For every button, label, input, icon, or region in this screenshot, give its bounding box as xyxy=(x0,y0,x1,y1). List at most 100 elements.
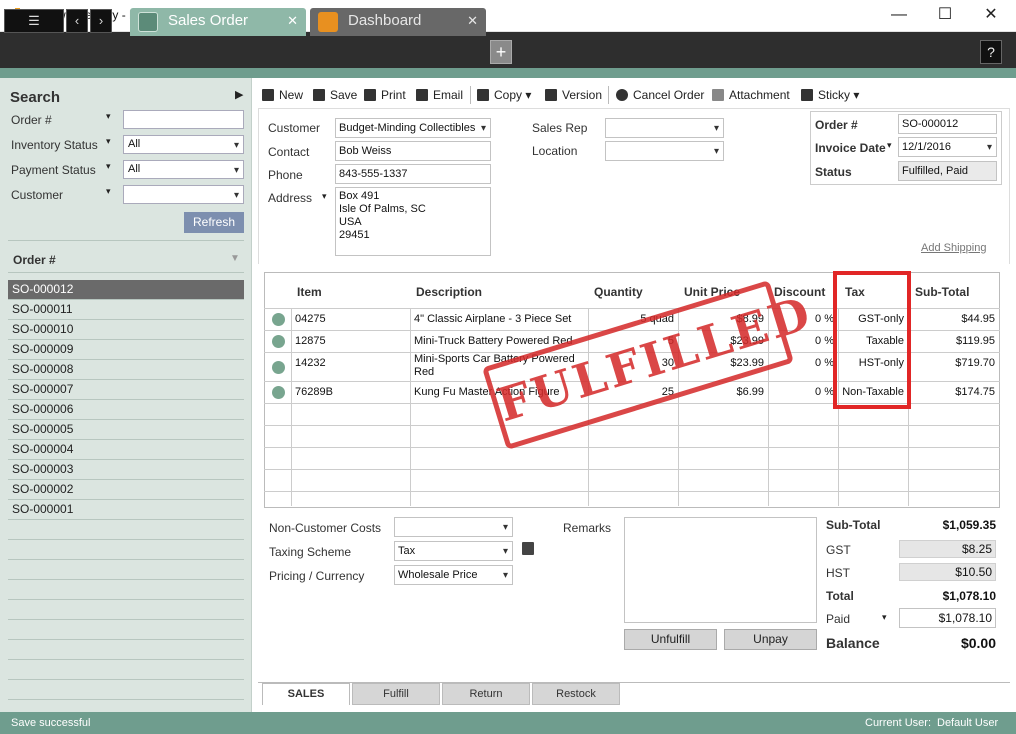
paid-label: Paid xyxy=(826,612,851,626)
status-label: Status xyxy=(815,165,852,179)
dropdown-arrow-icon[interactable]: ▾ xyxy=(106,161,111,172)
tab-fulfill[interactable]: Fulfill xyxy=(352,683,440,705)
order-list-item[interactable]: SO-000003 xyxy=(8,460,244,480)
save-button[interactable]: Save xyxy=(313,88,357,102)
address-line: USA xyxy=(339,216,362,228)
address-line: Box 491 xyxy=(339,190,380,202)
customer-search-select[interactable] xyxy=(123,185,244,204)
order-list-item[interactable]: SO-000007 xyxy=(8,380,244,400)
remarks-field[interactable] xyxy=(624,517,817,623)
order-list-item[interactable]: SO-000004 xyxy=(8,440,244,460)
order-list-item[interactable]: SO-000012 xyxy=(8,280,244,300)
order-list-item[interactable]: SO-000010 xyxy=(8,320,244,340)
paid-field[interactable]: $1,078.10 xyxy=(899,608,996,628)
total-value: $1,078.10 xyxy=(942,589,996,603)
dropdown-arrow-icon[interactable]: ▾ xyxy=(106,136,111,147)
dropdown-arrow-icon[interactable]: ▾ xyxy=(887,140,892,151)
location-select[interactable] xyxy=(605,141,724,161)
version-icon xyxy=(545,89,557,101)
collapse-arrow-icon[interactable]: ▶ xyxy=(235,88,243,101)
current-user-value: Default User xyxy=(937,717,999,729)
order-list-empty-row xyxy=(8,560,244,580)
order-list-empty-row xyxy=(8,660,244,680)
phone-field[interactable]: 843-555-1337 xyxy=(335,164,491,184)
dropdown-arrow-icon[interactable]: ▾ xyxy=(882,612,887,623)
toolbar: New Save Print Email Copy ▾ Version Canc… xyxy=(256,82,1016,108)
add-shipping-link[interactable]: Add Shipping xyxy=(921,242,986,254)
tab-dashboard[interactable]: Dashboard ✕ xyxy=(310,8,486,36)
column-header-subtotal[interactable]: Sub-Total xyxy=(915,285,969,299)
tax-scheme-edit-icon[interactable] xyxy=(522,542,534,555)
sticky-icon xyxy=(801,89,813,101)
maximize-button[interactable]: ☐ xyxy=(922,0,968,32)
refresh-button[interactable]: Refresh xyxy=(184,212,244,233)
subtotal-label: Sub-Total xyxy=(826,518,881,532)
copy-button[interactable]: Copy ▾ xyxy=(477,88,531,102)
print-button[interactable]: Print xyxy=(364,88,406,102)
order-list-item[interactable]: SO-000008 xyxy=(8,360,244,380)
forward-button[interactable]: › xyxy=(90,9,112,33)
minimize-button[interactable]: — xyxy=(876,0,922,32)
order-list-item[interactable]: SO-000002 xyxy=(8,480,244,500)
help-button[interactable]: ? xyxy=(980,40,1002,64)
order-list-empty-row xyxy=(8,540,244,560)
paperclip-icon xyxy=(712,89,724,101)
customer-select[interactable]: Budget-Minding Collectibles xyxy=(335,118,491,138)
invoice-date-field[interactable]: 12/1/2016 xyxy=(898,137,997,157)
dropdown-arrow-icon[interactable]: ▾ xyxy=(106,186,111,197)
cancel-icon xyxy=(616,89,628,101)
pricing-currency-label: Pricing / Currency xyxy=(269,569,365,583)
sticky-button[interactable]: Sticky ▾ xyxy=(801,88,859,102)
inventory-status-select[interactable]: All xyxy=(123,135,244,154)
attachment-button[interactable]: Attachment xyxy=(712,88,790,102)
phone-label: Phone xyxy=(268,168,303,182)
order-number-search-input[interactable] xyxy=(123,110,244,129)
email-button[interactable]: Email xyxy=(416,88,463,102)
email-icon xyxy=(416,89,428,101)
menu-button[interactable]: ☰ xyxy=(4,9,64,33)
contact-field[interactable]: Bob Weiss xyxy=(335,141,491,161)
non-customer-costs-select[interactable] xyxy=(394,517,513,537)
tab-restock[interactable]: Restock xyxy=(532,683,620,705)
taxing-scheme-select[interactable]: Tax xyxy=(394,541,513,561)
tab-sales-order[interactable]: Sales Order ✕ xyxy=(130,8,306,36)
inventory-status-label: Inventory Status xyxy=(11,138,98,152)
current-user-label: Current User: xyxy=(865,717,932,729)
new-tab-button[interactable]: + xyxy=(490,40,512,64)
order-list-empty-row xyxy=(8,520,244,540)
close-button[interactable]: ✕ xyxy=(968,0,1014,32)
close-tab-icon[interactable]: ✕ xyxy=(287,8,298,34)
sales-order-icon xyxy=(138,12,158,32)
back-button[interactable]: ‹ xyxy=(66,9,88,33)
order-list-item[interactable]: SO-000009 xyxy=(8,340,244,360)
order-list-item[interactable]: SO-000011 xyxy=(8,300,244,320)
column-header-quantity[interactable]: Quantity xyxy=(594,285,643,299)
remarks-label: Remarks xyxy=(563,521,612,535)
order-list-item[interactable]: SO-000005 xyxy=(8,420,244,440)
order-list-item[interactable]: SO-000006 xyxy=(8,400,244,420)
address-field[interactable]: Box 491 Isle Of Palms, SC USA 29451 xyxy=(335,187,491,256)
tab-sales[interactable]: SALES xyxy=(262,683,350,705)
payment-status-select[interactable]: All xyxy=(123,160,244,179)
dropdown-arrow-icon[interactable]: ▾ xyxy=(322,191,327,202)
pricing-currency-select[interactable]: Wholesale Price xyxy=(394,565,513,585)
customer-label: Customer xyxy=(268,121,321,135)
order-list-empty-row xyxy=(8,640,244,660)
unpay-button[interactable]: Unpay xyxy=(724,629,817,650)
version-button[interactable]: Version xyxy=(545,88,602,102)
column-header-description[interactable]: Description xyxy=(416,285,482,299)
order-number-label: Order # xyxy=(815,118,858,132)
tab-return[interactable]: Return xyxy=(442,683,530,705)
unfulfill-button[interactable]: Unfulfill xyxy=(624,629,717,650)
hst-label: HST xyxy=(826,566,850,580)
sales-rep-select[interactable] xyxy=(605,118,724,138)
new-button[interactable]: New xyxy=(262,88,303,102)
close-tab-icon[interactable]: ✕ xyxy=(467,8,478,34)
new-icon xyxy=(262,89,274,101)
dropdown-arrow-icon[interactable]: ▾ xyxy=(106,111,111,122)
order-number-field[interactable]: SO-000012 xyxy=(898,114,997,134)
order-list-item[interactable]: SO-000001 xyxy=(8,500,244,520)
order-list: SO-000012 SO-000011 SO-000010 SO-000009 SO-0… xyxy=(8,245,244,720)
cancel-order-button[interactable]: Cancel Order xyxy=(616,88,704,102)
column-header-item[interactable]: Item xyxy=(297,285,322,299)
